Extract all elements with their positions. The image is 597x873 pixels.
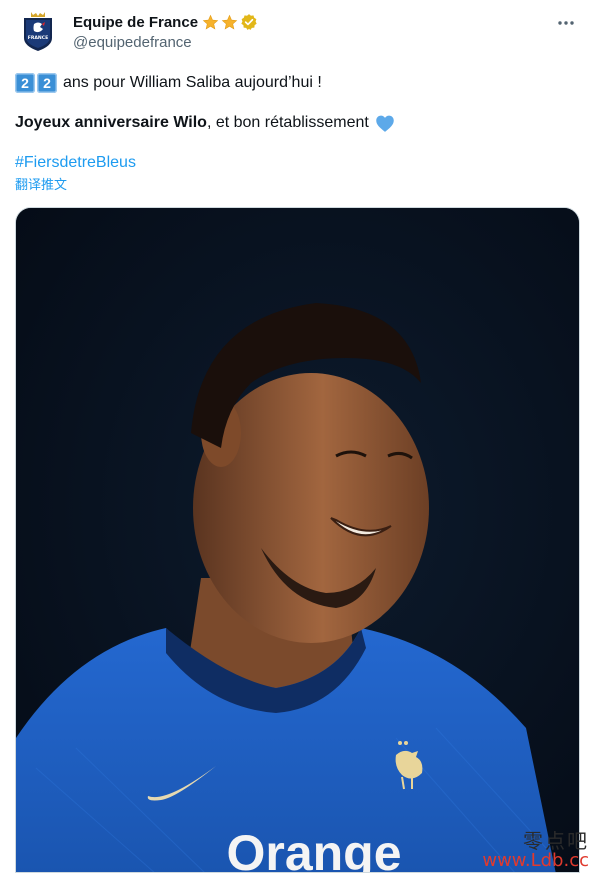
tweet-line-2: Joyeux anniversaire Wilo , et bon rétabl… xyxy=(15,113,395,133)
tweet-line-1: 2 2 ans pour William Saliba aujourd’hui … xyxy=(15,73,322,93)
tweet-text-line-1: ans pour William Saliba aujourd’hui ! xyxy=(63,74,322,91)
tweet-text-line-2: , et bon rétablissement xyxy=(206,114,369,131)
watermark-chinese: 零点吧 xyxy=(523,829,589,854)
tweet-bold-text: Joyeux anniversaire Wilo xyxy=(15,114,207,131)
keycap-digit: 2 xyxy=(37,73,57,93)
fff-crest-icon: FRANCE xyxy=(24,12,52,51)
star-icon xyxy=(202,14,219,29)
display-name[interactable]: Equipe de France xyxy=(73,14,198,31)
svg-text:FRANCE: FRANCE xyxy=(28,35,49,41)
avatar[interactable]: FRANCE xyxy=(15,8,61,54)
tweet-photo[interactable]: Orange xyxy=(15,207,580,873)
star-icon xyxy=(221,14,238,29)
keycap-digit: 2 xyxy=(15,73,35,93)
hashtag-link[interactable]: #FiersdetreBleus xyxy=(15,153,136,173)
name-badges xyxy=(202,13,258,31)
translate-tweet-link[interactable]: 翻译推文 xyxy=(15,177,67,193)
watermark-url: www.Ldb.cc xyxy=(482,850,589,872)
jersey-sponsor-text: Orange xyxy=(226,825,401,873)
watermark: 零点吧 www.Ldb.cc xyxy=(482,831,589,871)
more-button[interactable] xyxy=(553,10,579,36)
verified-gold-icon[interactable] xyxy=(240,13,258,31)
handle[interactable]: @equipedefrance xyxy=(73,34,192,51)
tweet: FRANCE Equipe de France @equipedefrance xyxy=(0,0,597,873)
photo-illustration: Orange xyxy=(16,208,579,873)
blue-heart-icon xyxy=(376,115,394,132)
heart-emoji xyxy=(375,114,395,133)
author-line: Equipe de France xyxy=(73,12,258,32)
more-horizontal-icon xyxy=(558,21,574,25)
